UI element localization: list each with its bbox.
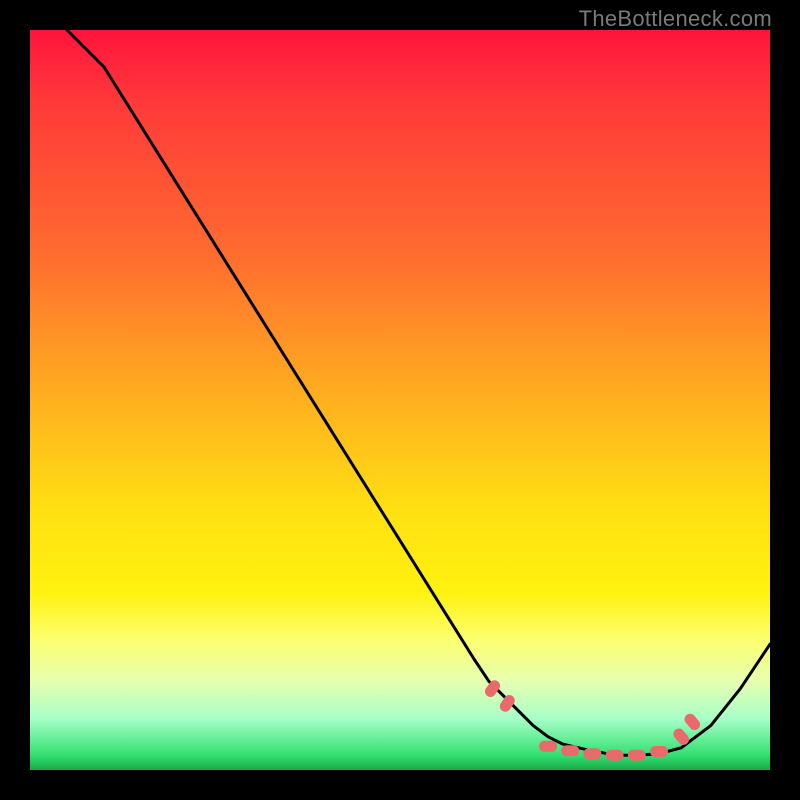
bottleneck-curve: [67, 30, 770, 755]
line-chart-svg: [30, 30, 770, 770]
watermark-text: TheBottleneck.com: [579, 6, 772, 32]
chart-frame: TheBottleneck.com: [0, 0, 800, 800]
marker-point: [561, 745, 579, 756]
marker-point: [483, 678, 502, 699]
marker-point: [583, 748, 601, 759]
marker-point: [682, 711, 702, 732]
marker-point: [539, 741, 557, 752]
marker-point: [498, 693, 517, 714]
marker-point: [650, 746, 668, 757]
plot-area: [30, 30, 770, 770]
marker-point: [606, 750, 624, 761]
marker-point: [628, 750, 646, 761]
highlight-markers: [483, 678, 702, 761]
